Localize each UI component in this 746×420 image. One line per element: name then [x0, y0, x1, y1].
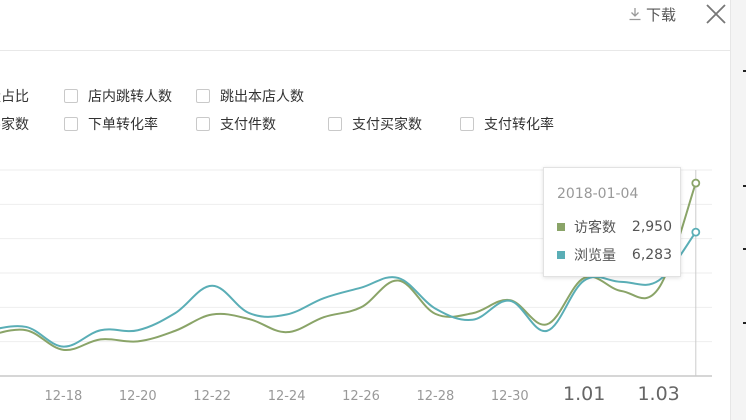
metric-checkbox[interactable]	[328, 117, 342, 131]
chart-tooltip: 2018-01-04 访客数 2,950 浏览量 6,283	[543, 167, 681, 277]
metric-checkbox[interactable]	[196, 117, 210, 131]
metric-label: 支付件数	[220, 117, 276, 133]
tooltip-series-name: 浏览量	[574, 248, 616, 264]
metric-label: 买家数	[0, 117, 29, 133]
metric-option-bounce-visitors[interactable]: 跳出本店人数	[196, 86, 304, 106]
series-point-visitors	[691, 178, 701, 188]
metric-label: 店内跳转人数	[88, 89, 172, 105]
metric-label: 量占比	[0, 89, 29, 105]
download-icon	[629, 8, 641, 21]
x-tick-label: 12-18	[45, 389, 83, 404]
metric-checkbox[interactable]	[460, 117, 474, 131]
x-tick-label: 12-30	[491, 389, 529, 404]
metric-option-paid-conversion[interactable]: 支付转化率	[460, 114, 554, 134]
tooltip-series-value: 2,950	[631, 219, 672, 235]
metric-label: 下单转化率	[88, 117, 158, 133]
metric-label: 支付转化率	[484, 117, 554, 133]
scrollbar-track[interactable]	[730, 0, 746, 420]
metric-option-paid-buyers[interactable]: 支付买家数	[328, 114, 422, 134]
series-color-swatch	[557, 251, 565, 259]
close-icon[interactable]	[704, 2, 728, 26]
metric-checkbox[interactable]	[64, 89, 78, 103]
tooltip-series-name: 访客数	[574, 220, 616, 236]
x-tick-label: 12-26	[342, 389, 380, 404]
metric-label: 支付买家数	[352, 117, 422, 133]
dialog-header: 下载	[0, 0, 730, 51]
x-tick-label: 12-28	[417, 389, 455, 404]
tooltip-date: 2018-01-04	[557, 186, 639, 202]
metric-option-traffic-share[interactable]: 量占比	[0, 86, 29, 106]
tooltip-row-pageviews: 浏览量 6,283	[557, 245, 672, 265]
metric-option-in-store-jump[interactable]: 店内跳转人数	[64, 86, 172, 106]
x-tick-label: 1.01	[563, 383, 605, 405]
download-label: 下载	[646, 5, 677, 24]
x-tick-label: 12-22	[193, 389, 231, 404]
metric-option-order-conversion[interactable]: 下单转化率	[64, 114, 158, 134]
metric-label: 跳出本店人数	[220, 89, 304, 105]
metric-checkbox[interactable]	[196, 89, 210, 103]
x-tick-label: 1.03	[637, 383, 679, 405]
series-point-pageviews	[691, 227, 701, 237]
x-tick-label: 12-20	[119, 389, 157, 404]
metric-option-paid-items[interactable]: 支付件数	[196, 114, 276, 134]
series-color-swatch	[557, 223, 565, 231]
metric-option-buyers[interactable]: 买家数	[0, 114, 29, 134]
tooltip-series-value: 6,283	[631, 247, 672, 263]
tooltip-row-visitors: 访客数 2,950	[557, 217, 672, 237]
metric-checkbox[interactable]	[64, 117, 78, 131]
download-button[interactable]: 下载	[628, 4, 676, 24]
x-tick-label: 12-24	[268, 389, 306, 404]
